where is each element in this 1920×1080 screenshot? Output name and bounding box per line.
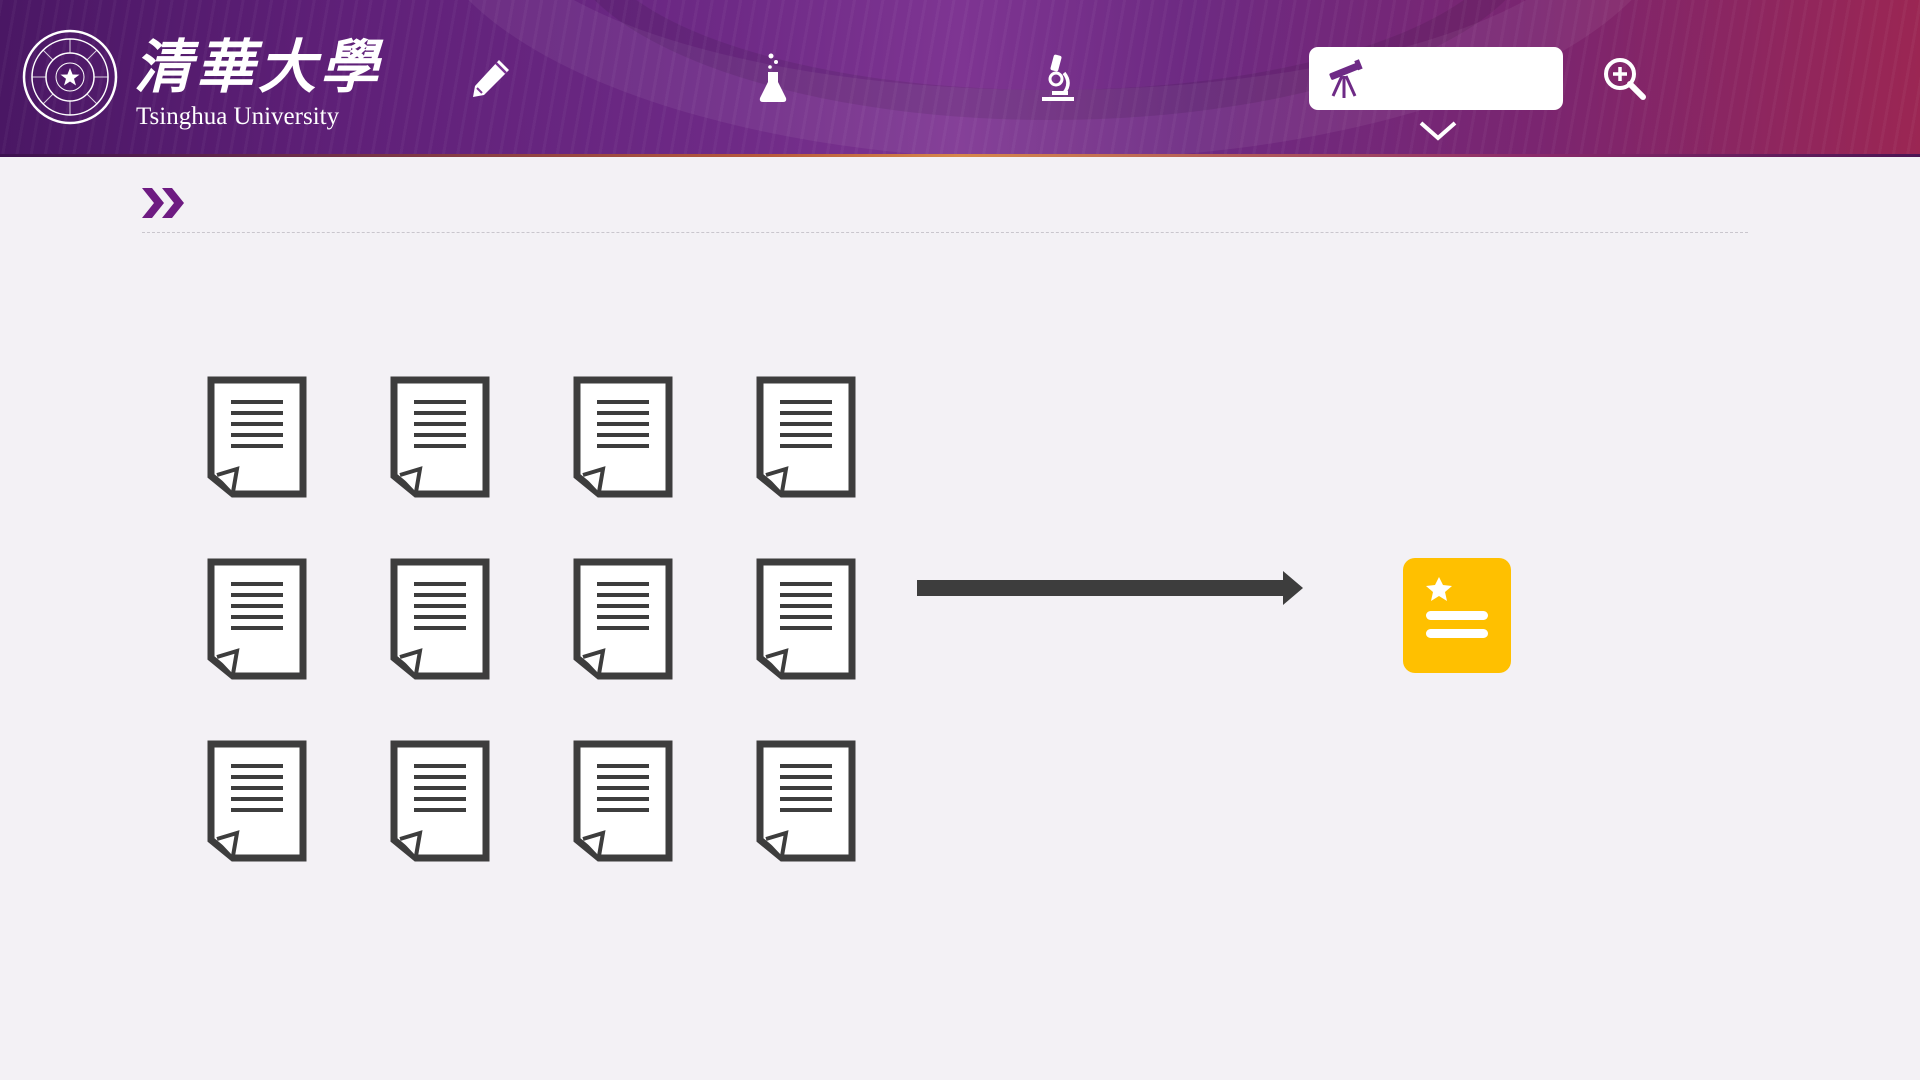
document-icon: [756, 558, 856, 680]
chevron-down-icon[interactable]: [1418, 120, 1458, 142]
flask-icon: [759, 53, 787, 102]
document-icon: [207, 376, 307, 498]
header-accent-line: [0, 154, 1920, 157]
document-icon: [573, 740, 673, 862]
arrow-right-icon: [917, 571, 1303, 605]
document-icon: [573, 558, 673, 680]
nav-item-pencil[interactable]: [462, 47, 520, 109]
document-icon: [756, 376, 856, 498]
university-logo[interactable]: 清華大學 Tsinghua University: [22, 27, 378, 135]
summary-card-icon: [1403, 558, 1511, 673]
summary-card-glyph: [1426, 577, 1488, 638]
logo-english-name: Tsinghua University: [136, 103, 340, 130]
document-icon: [390, 740, 490, 862]
document-icon: [573, 376, 673, 498]
nav-item-flask[interactable]: [748, 47, 798, 109]
header-banner: 清華大學 Tsinghua University: [0, 0, 1920, 157]
zoom-in-icon[interactable]: [1600, 54, 1648, 102]
document-icon: [756, 740, 856, 862]
pencil-icon: [473, 60, 509, 97]
document-icon: [207, 558, 307, 680]
double-chevron-right-icon: [142, 188, 184, 218]
document-icon: [207, 740, 307, 862]
microscope-icon: [1042, 54, 1074, 101]
document-icon: [390, 558, 490, 680]
nav-item-telescope-active[interactable]: [1309, 47, 1563, 110]
logo-chinese-name: 清華大學: [134, 33, 383, 101]
telescope-icon: [1329, 59, 1363, 98]
document-icon: [390, 376, 490, 498]
section-divider: [142, 232, 1748, 233]
nav-item-microscope[interactable]: [1030, 47, 1086, 109]
university-seal-icon: [22, 29, 118, 125]
